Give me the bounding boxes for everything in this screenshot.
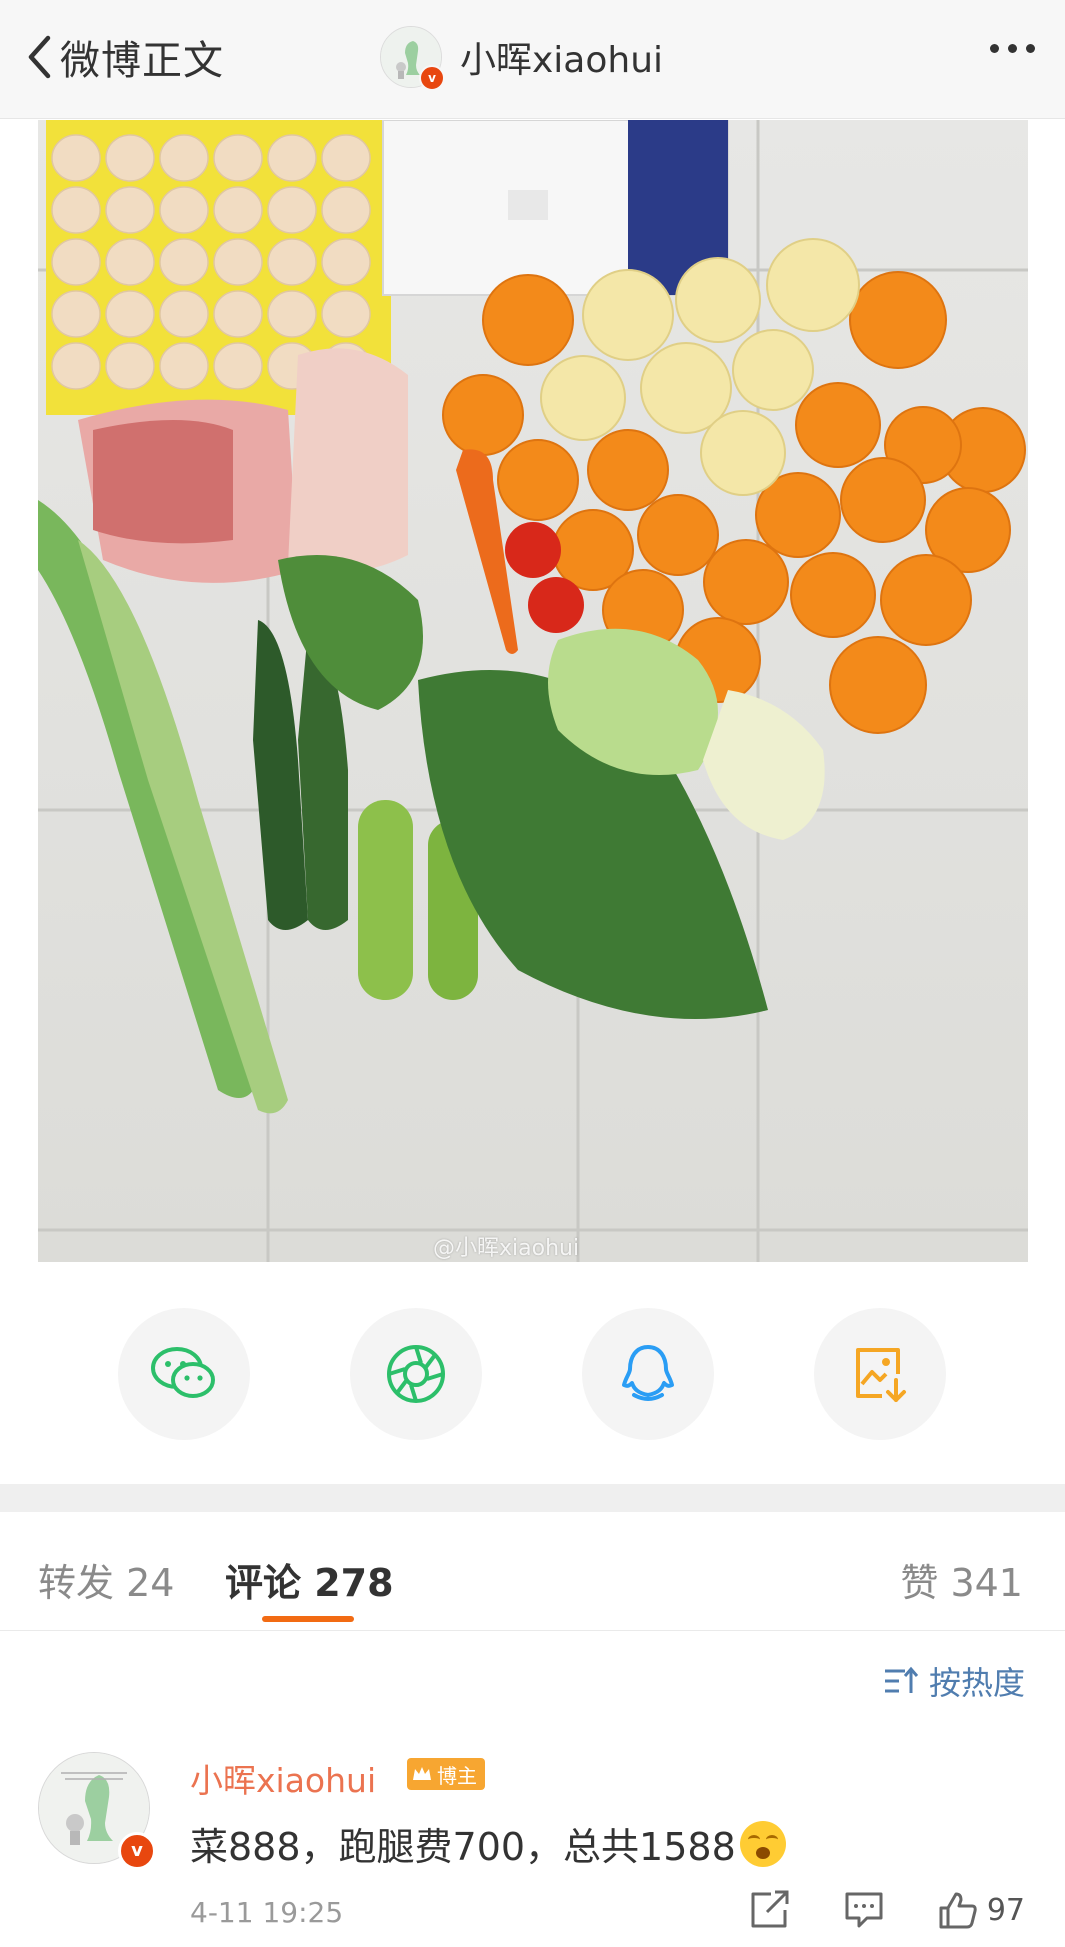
share-comment-button[interactable]	[749, 1890, 791, 1930]
comment-item: v 小晖xiaohui 博主 菜888，跑腿费700，总共1588 4-11 1…	[0, 1740, 1065, 1947]
back-button[interactable]: 微博正文	[26, 28, 224, 86]
top-navigation-bar: 微博正文 v 小晖xiaohui	[0, 0, 1065, 119]
share-moments-button[interactable]	[350, 1308, 482, 1440]
section-divider	[0, 1484, 1065, 1512]
share-actions	[0, 1308, 1065, 1442]
watermark: @小晖xiaohui	[433, 1236, 580, 1261]
verified-badge-icon: v	[419, 65, 445, 91]
moments-icon	[387, 1345, 445, 1403]
reply-comment-button[interactable]	[843, 1890, 885, 1930]
chevron-left-icon	[28, 35, 51, 79]
comment-body: 菜888，跑腿费700，总共1588	[190, 1825, 736, 1869]
badge-label: 博主	[437, 1763, 477, 1788]
like-count: 97	[986, 1892, 1025, 1928]
wechat-icon	[151, 1347, 215, 1398]
verified-badge-icon: v	[118, 1832, 156, 1870]
save-image-button[interactable]	[814, 1308, 946, 1440]
comment-bubble-icon	[845, 1892, 883, 1928]
more-dot-icon	[1026, 44, 1035, 53]
thumbs-up-icon	[939, 1892, 977, 1929]
avatar[interactable]: v	[380, 26, 445, 91]
more-dot-icon	[1008, 44, 1017, 53]
qq-icon	[622, 1345, 674, 1401]
more-options-button[interactable]	[990, 44, 1035, 53]
crown-icon	[413, 1767, 431, 1780]
sort-label: 按热度	[928, 1664, 1025, 1702]
author-badge: 博主	[407, 1758, 485, 1790]
comment-timestamp: 4-11 19:25	[190, 1896, 344, 1929]
share-out-icon	[751, 1890, 789, 1928]
like-comment-button[interactable]: 97	[937, 1890, 1025, 1930]
share-wechat-button[interactable]	[118, 1308, 250, 1440]
author-header[interactable]: v 小晖xiaohui	[380, 26, 663, 91]
crying-face-icon	[739, 1820, 786, 1867]
sort-by-hot-button[interactable]: 按热度	[883, 1658, 1025, 1704]
back-label: 微博正文	[60, 38, 224, 84]
groceries-photo-illustration	[38, 120, 1028, 1262]
save-image-icon	[856, 1348, 906, 1402]
more-dot-icon	[990, 44, 999, 53]
tab-likes[interactable]: 赞 341	[900, 1552, 1023, 1607]
active-tab-indicator	[262, 1616, 354, 1622]
tab-comments[interactable]: 评论 278	[225, 1552, 394, 1607]
comment-actions: 97	[697, 1890, 1025, 1930]
author-name[interactable]: 小晖xiaohui	[460, 31, 663, 83]
tab-reposts[interactable]: 转发 24	[38, 1552, 174, 1607]
sort-icon	[884, 1666, 919, 1693]
interaction-tabs: 转发 24 评论 278 赞 341	[0, 1512, 1065, 1631]
comment-author-name[interactable]: 小晖xiaohui	[190, 1754, 376, 1802]
comment-text: 菜888，跑腿费700，总共1588	[190, 1816, 786, 1871]
share-qq-button[interactable]	[582, 1308, 714, 1440]
post-image[interactable]: @小晖xiaohui	[38, 120, 1028, 1262]
